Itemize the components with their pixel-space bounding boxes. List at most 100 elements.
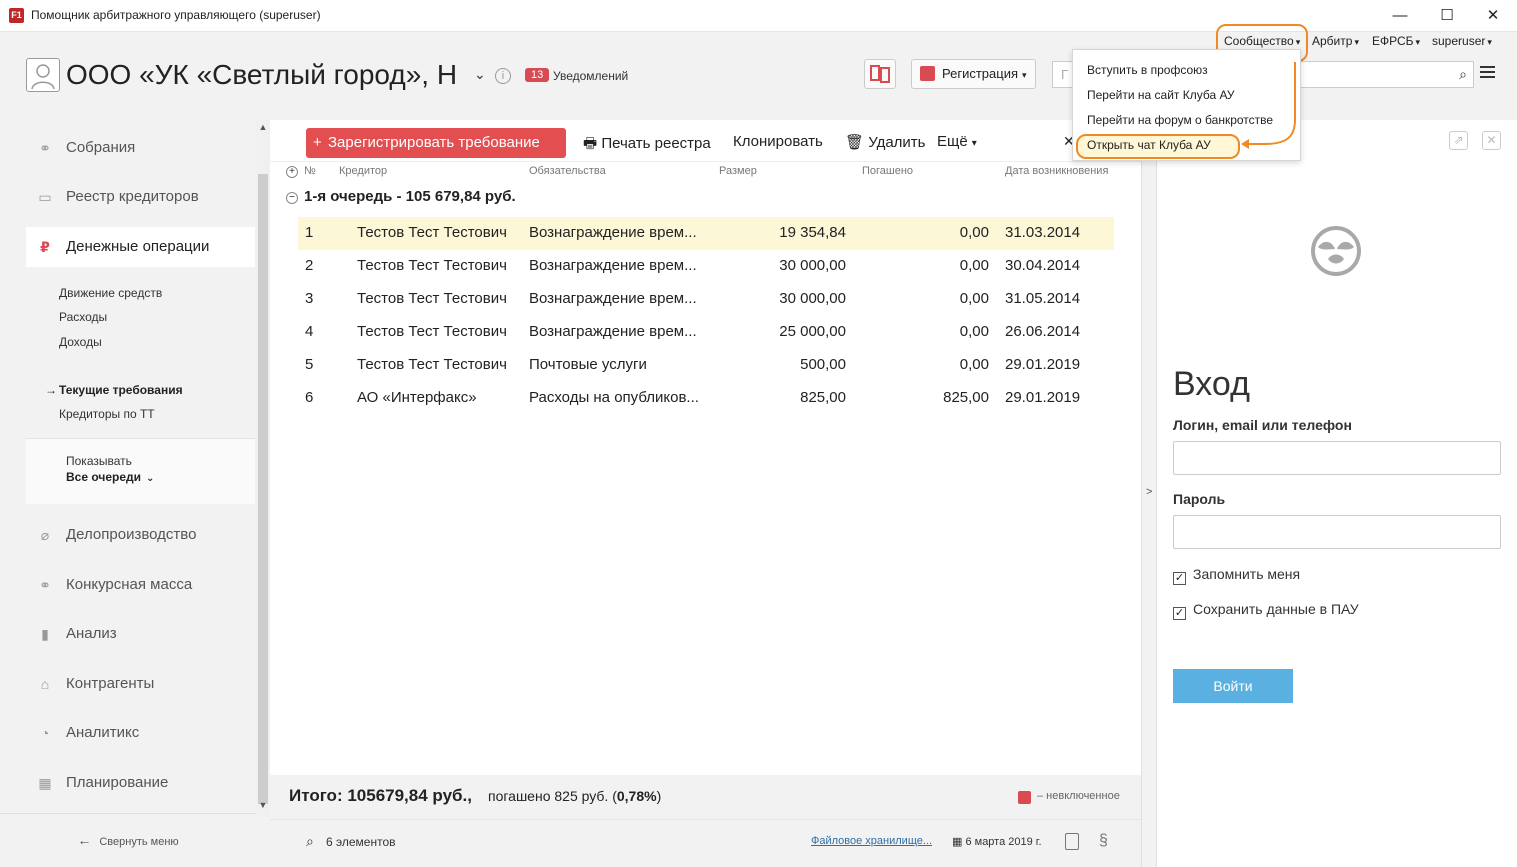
hamburger-menu-icon[interactable] bbox=[1480, 66, 1495, 81]
notifications-badge[interactable]: 13 bbox=[525, 68, 550, 82]
queue-filter-value-label: Все очереди bbox=[66, 470, 142, 484]
sidebar-item-analysis[interactable]: ▮ Анализ bbox=[26, 614, 255, 654]
login-button[interactable]: Войти bbox=[1173, 669, 1293, 703]
menu-item-join-union[interactable]: Вступить в профсоюз bbox=[1087, 63, 1208, 77]
cell-obligation: Расходы на опубликов... bbox=[529, 389, 699, 406]
sidebar-item-competitive-mass[interactable]: ⚭ Конкурсная масса bbox=[26, 565, 255, 605]
col-header-date[interactable]: Дата возникновения bbox=[1005, 165, 1108, 177]
organization-title[interactable]: ООО «УК «Светлый город», Н bbox=[66, 59, 457, 91]
subitem-creditors-tt[interactable]: Кредиторы по ТТ bbox=[59, 407, 155, 421]
table-row[interactable]: 6 АО «Интерфакс» Расходы на опубликов...… bbox=[298, 382, 1114, 415]
menu-item-open-club-chat[interactable]: Открыть чат Клуба АУ bbox=[1087, 138, 1211, 152]
sidebar-scrollbar[interactable]: ▲ ▼ bbox=[256, 120, 270, 817]
arbitr-menu[interactable]: Арбитр ▾ bbox=[1312, 34, 1359, 48]
password-field[interactable] bbox=[1173, 515, 1501, 549]
sidebar-item-records[interactable]: ⌀ Делопроизводство bbox=[26, 515, 255, 555]
collapse-menu-button[interactable]: ← Свернуть меню bbox=[0, 813, 256, 867]
notifications-label[interactable]: Уведомлений bbox=[553, 69, 628, 83]
col-header-obligation[interactable]: Обязательства bbox=[529, 165, 606, 177]
calculator-icon[interactable] bbox=[1065, 833, 1079, 850]
calendar-icon: ▦ bbox=[952, 836, 966, 848]
cell-creditor: Тестов Тест Тестович bbox=[357, 224, 507, 241]
cell-number: 1 bbox=[305, 224, 314, 241]
table-row[interactable]: 4 Тестов Тест Тестович Вознаграждение вр… bbox=[298, 316, 1114, 349]
sync-button[interactable] bbox=[864, 59, 896, 89]
id-card-icon: ▭ bbox=[38, 189, 52, 205]
queue-group-row[interactable]: −1-я очередь - 105 679,84 руб. bbox=[286, 188, 516, 205]
col-header-number[interactable]: № bbox=[304, 165, 316, 177]
cell-creditor: Тестов Тест Тестович bbox=[357, 257, 507, 274]
chevron-right-icon[interactable]: > bbox=[1146, 486, 1152, 498]
col-header-creditor[interactable]: Кредитор bbox=[339, 165, 387, 177]
search-icon[interactable]: ⌕ bbox=[1459, 66, 1467, 83]
cell-paid: 0,00 bbox=[959, 323, 989, 340]
scroll-up-icon[interactable]: ▲ bbox=[256, 122, 270, 132]
delete-label: Удалить bbox=[868, 134, 926, 151]
maximize-button[interactable]: ☐ bbox=[1424, 4, 1470, 28]
remember-me-checkbox[interactable]: ✓ Запомнить меня bbox=[1173, 566, 1300, 585]
more-button[interactable]: Ещё ▾ bbox=[937, 133, 977, 150]
queue-filter-value[interactable]: Все очереди ⌄ bbox=[66, 470, 154, 484]
minimize-button[interactable]: — bbox=[1377, 4, 1423, 28]
queue-filter[interactable]: Показывать Все очереди ⌄ bbox=[26, 438, 255, 504]
scroll-down-icon[interactable]: ▼ bbox=[256, 800, 270, 810]
cell-obligation: Вознаграждение врем... bbox=[529, 290, 697, 307]
registration-button[interactable]: Регистрация ▾ bbox=[911, 59, 1036, 89]
sidebar-item-creditors-registry[interactable]: ▭ Реестр кредиторов bbox=[26, 177, 255, 217]
search-input-prefix[interactable]: Г bbox=[1052, 61, 1074, 88]
expand-all-icon[interactable]: + bbox=[286, 166, 298, 178]
avatar[interactable] bbox=[26, 58, 60, 92]
table-row[interactable]: 2 Тестов Тест Тестович Вознаграждение вр… bbox=[298, 250, 1114, 283]
chevron-down-icon: ▾ bbox=[971, 138, 977, 149]
subitem-cash-flow[interactable]: Движение средств bbox=[59, 286, 162, 300]
cell-size: 825,00 bbox=[800, 389, 846, 406]
close-button[interactable]: ✕ bbox=[1470, 4, 1516, 28]
sidebar-item-money-operations[interactable]: ₽ Денежные операции bbox=[26, 227, 255, 267]
register-claim-button[interactable]: + Зарегистрировать требование bbox=[306, 128, 566, 158]
checkbox-checked-icon[interactable]: ✓ bbox=[1173, 572, 1186, 585]
subitem-current-claims[interactable]: → Текущие требования bbox=[45, 383, 183, 397]
main-panel: + Зарегистрировать требование 🖶 Печать ре… bbox=[270, 120, 1141, 775]
panel-splitter[interactable]: > bbox=[1141, 120, 1157, 867]
sidebar-item-counterparties[interactable]: ⌂ Контрагенты bbox=[26, 664, 255, 704]
login-field[interactable] bbox=[1173, 441, 1501, 475]
scrollbar-thumb[interactable] bbox=[258, 174, 268, 804]
cell-creditor: Тестов Тест Тестович bbox=[357, 356, 507, 373]
menu-item-club-site[interactable]: Перейти на сайт Клуба АУ bbox=[1087, 88, 1235, 102]
col-header-size[interactable]: Размер bbox=[719, 165, 757, 177]
sidebar-item-meetings[interactable]: ⚭ Собрания bbox=[26, 128, 255, 168]
save-data-label: Сохранить данные в ПАУ bbox=[1193, 601, 1359, 617]
checkbox-checked-icon[interactable]: ✓ bbox=[1173, 607, 1186, 620]
section-sign-icon[interactable]: § bbox=[1099, 832, 1108, 850]
sidebar: ⚭ Собрания ▭ Реестр кредиторов ₽ Денежные о… bbox=[0, 120, 256, 867]
search-icon[interactable]: ⌕ bbox=[306, 833, 314, 850]
cell-paid: 0,00 bbox=[959, 224, 989, 241]
cell-number: 4 bbox=[305, 323, 314, 340]
print-registry-button[interactable]: 🖶 Печать реестра bbox=[583, 133, 711, 158]
delete-button[interactable]: 🗑 Удалить bbox=[845, 133, 926, 151]
subitem-income[interactable]: Доходы bbox=[59, 335, 102, 349]
collapse-group-icon[interactable]: − bbox=[286, 192, 298, 204]
save-data-checkbox[interactable]: ✓ Сохранить данные в ПАУ bbox=[1173, 601, 1359, 620]
calendar-icon: ▦ bbox=[38, 775, 52, 791]
cell-size: 30 000,00 bbox=[779, 257, 846, 274]
sidebar-item-planning[interactable]: ▦ Планирование bbox=[26, 763, 255, 803]
search-input[interactable]: ⌕ bbox=[1300, 61, 1474, 88]
subitem-expenses[interactable]: Расходы bbox=[59, 310, 107, 324]
file-storage-link[interactable]: Файловое хранилище... bbox=[811, 835, 932, 847]
info-icon[interactable]: i bbox=[495, 68, 511, 84]
user-menu[interactable]: superuser ▾ bbox=[1432, 34, 1492, 48]
chevron-down-icon[interactable]: ⌄ bbox=[474, 66, 486, 83]
cell-creditor: Тестов Тест Тестович bbox=[357, 290, 507, 307]
sidebar-item-analytics[interactable]: ◔ Аналитикс bbox=[26, 713, 255, 753]
clone-button[interactable]: Клонировать bbox=[733, 133, 823, 150]
table-row[interactable]: 1 Тестов Тест Тестович Вознаграждение вр… bbox=[298, 217, 1114, 250]
col-header-paid[interactable]: Погашено bbox=[862, 165, 913, 177]
scrollbar-corner bbox=[256, 817, 270, 867]
efrsb-menu[interactable]: ЕФРСБ ▾ bbox=[1372, 34, 1420, 48]
login-panel: ⇗ ✕ Вход Логин, email или телефон Пароль… bbox=[1157, 120, 1517, 867]
table-row[interactable]: 3 Тестов Тест Тестович Вознаграждение вр… bbox=[298, 283, 1114, 316]
close-panel-icon[interactable]: ✕ bbox=[1482, 131, 1501, 150]
table-row[interactable]: 5 Тестов Тест Тестович Почтовые услуги 5… bbox=[298, 349, 1114, 382]
popout-icon[interactable]: ⇗ bbox=[1449, 131, 1468, 150]
